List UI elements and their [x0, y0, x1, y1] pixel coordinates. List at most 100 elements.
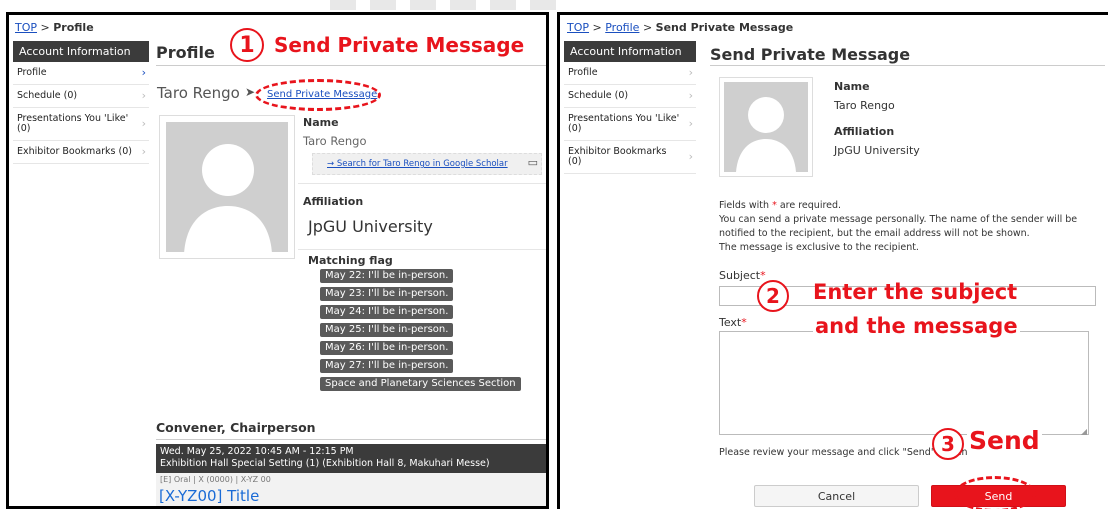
chevron-right-icon: › — [688, 117, 693, 131]
breadcrumb: TOP > Profile > Send Private Message — [567, 21, 793, 34]
chevron-right-icon: › — [141, 66, 146, 80]
affiliation-value: JpGU University — [308, 217, 433, 236]
breadcrumb-separator: > — [592, 21, 602, 34]
text-label: Text* — [719, 316, 747, 329]
callout-send-private-message: Send Private Message — [272, 33, 527, 57]
name-value: Taro Rengo — [303, 134, 367, 148]
top-decoration — [330, 0, 650, 12]
sidebar-item-label: Profile — [17, 67, 47, 78]
affiliation-value: JpGU University — [834, 144, 920, 157]
required-note-text: are required. — [776, 200, 842, 211]
sidebar-item-label: Presentations You 'Like' (0) — [17, 112, 129, 134]
sidebar-item-profile[interactable]: Profile › — [564, 62, 696, 85]
sidebar-item-schedule[interactable]: Schedule (0) › — [13, 85, 149, 108]
info-line: The message is exclusive to the recipien… — [719, 242, 919, 253]
person-name-heading: Taro Rengo — [157, 84, 240, 102]
required-note: Fields with * are required. — [719, 199, 1077, 213]
avatar — [159, 115, 295, 259]
callout-send: Send — [967, 426, 1042, 455]
chevron-right-icon: › — [688, 66, 693, 80]
section-tag: Space and Planetary Sciences Section — [320, 377, 521, 391]
sidebar-item-presentations[interactable]: Presentations You 'Like' (0) › — [564, 108, 696, 141]
sidebar-item-label: Schedule (0) — [568, 89, 629, 101]
session-header: Wed. May 25, 2022 10:45 AM - 12:15 PM Ex… — [156, 444, 546, 473]
required-star: * — [760, 269, 766, 282]
breadcrumb-profile-link[interactable]: Profile — [605, 21, 639, 34]
google-scholar-link[interactable]: → Search for Taro Rengo in Google Schola… — [327, 159, 508, 169]
page-title: Send Private Message — [710, 45, 911, 64]
convener-heading: Convener, Chairperson — [156, 420, 316, 435]
matching-tag: May 26: I'll be in-person. — [320, 341, 454, 355]
form-instructions: Fields with * are required. You can send… — [719, 199, 1077, 255]
profile-panel: TOP > Profile Account Information Profil… — [6, 12, 549, 509]
session-body: [E] Oral | X (0000) | X-YZ 00 [X-YZ00] T… — [156, 473, 546, 506]
breadcrumb-separator: > — [40, 21, 50, 34]
info-line: notified to the recipient, but the email… — [719, 228, 1030, 239]
breadcrumb-top-link[interactable]: TOP — [15, 21, 37, 34]
required-star: * — [741, 316, 747, 329]
external-window-icon: ▭ — [527, 156, 538, 169]
highlight-oval — [255, 79, 381, 111]
divider — [156, 439, 546, 440]
person-silhouette-icon — [184, 144, 272, 254]
session-time: Wed. May 25, 2022 10:45 AM - 12:15 PM — [160, 446, 354, 457]
title-divider — [710, 65, 1105, 66]
name-label: Name — [303, 116, 339, 129]
text-label-text: Text — [719, 316, 742, 329]
callout-number-1: 1 — [230, 28, 264, 62]
person-silhouette-icon — [736, 97, 796, 172]
callout-enter-subject: Enter the subject — [813, 280, 1018, 304]
divider — [298, 183, 546, 184]
sidebar-item-presentations[interactable]: Presentations You 'Like' (0) › — [13, 108, 149, 141]
sidebar: Account Information Profile › Schedule (0… — [13, 41, 149, 164]
chevron-right-icon: › — [141, 89, 146, 103]
chevron-right-icon: › — [688, 150, 693, 164]
sidebar-item-label: Schedule (0) — [17, 89, 78, 101]
sidebar-item-exhibitor-bookmarks[interactable]: Exhibitor Bookmarks (0) › — [564, 141, 696, 174]
matching-tag: May 27: I'll be in-person. — [320, 359, 454, 373]
affiliation-label: Affiliation — [834, 125, 895, 138]
sidebar: Account Information Profile › Schedule (0… — [564, 41, 696, 174]
name-label: Name — [834, 80, 870, 93]
affiliation-label: Affiliation — [303, 195, 364, 208]
send-arrow-icon: ➤ — [245, 85, 256, 99]
breadcrumb-top-link[interactable]: TOP — [567, 21, 589, 34]
highlight-oval — [954, 476, 1036, 509]
avatar — [719, 77, 813, 177]
breadcrumb: TOP > Profile — [15, 21, 94, 34]
sidebar-header: Account Information — [13, 41, 149, 62]
chevron-right-icon: › — [141, 145, 146, 159]
sidebar-item-label: Exhibitor Bookmarks (0) — [17, 145, 132, 157]
sidebar-item-label: Presentations You 'Like' (0) — [568, 112, 680, 134]
session-place: Exhibition Hall Special Setting (1) (Exh… — [160, 458, 490, 469]
title-divider — [156, 65, 546, 66]
info-line: You can send a private message personall… — [719, 214, 1078, 225]
matching-tag: May 24: I'll be in-person. — [320, 305, 454, 319]
divider — [298, 249, 546, 250]
breadcrumb-separator: > — [642, 21, 653, 34]
scholar-box: → Search for Taro Rengo in Google Schola… — [312, 153, 542, 175]
matching-flag-label: Matching flag — [308, 254, 393, 267]
sidebar-item-label: Profile — [568, 67, 598, 78]
sidebar-header: Account Information — [564, 41, 696, 62]
matching-tag: May 23: I'll be in-person. — [320, 287, 454, 301]
sidebar-item-exhibitor-bookmarks[interactable]: Exhibitor Bookmarks (0) › — [13, 141, 149, 164]
session-title-link[interactable]: [X-YZ00] Title — [159, 487, 259, 505]
cancel-button[interactable]: Cancel — [754, 485, 919, 507]
name-value: Taro Rengo — [834, 99, 895, 112]
session-meta: [E] Oral | X (0000) | X-YZ 00 — [160, 475, 271, 484]
callout-number-3: 3 — [932, 428, 964, 460]
breadcrumb-current: Send Private Message — [655, 21, 794, 34]
resize-handle-icon: ◢ — [1080, 427, 1087, 436]
matching-tag: May 25: I'll be in-person. — [320, 323, 454, 337]
subject-label-text: Subject — [719, 269, 761, 282]
callout-number-2: 2 — [757, 280, 789, 312]
callout-and-message: and the message — [813, 314, 1020, 338]
chevron-right-icon: › — [141, 117, 146, 131]
breadcrumb-current: Profile — [53, 21, 94, 34]
subject-label: Subject* — [719, 269, 766, 282]
message-textarea[interactable]: ◢ — [719, 331, 1089, 436]
sidebar-item-schedule[interactable]: Schedule (0) › — [564, 85, 696, 108]
chevron-right-icon: › — [688, 89, 693, 103]
sidebar-item-profile[interactable]: Profile › — [13, 62, 149, 85]
